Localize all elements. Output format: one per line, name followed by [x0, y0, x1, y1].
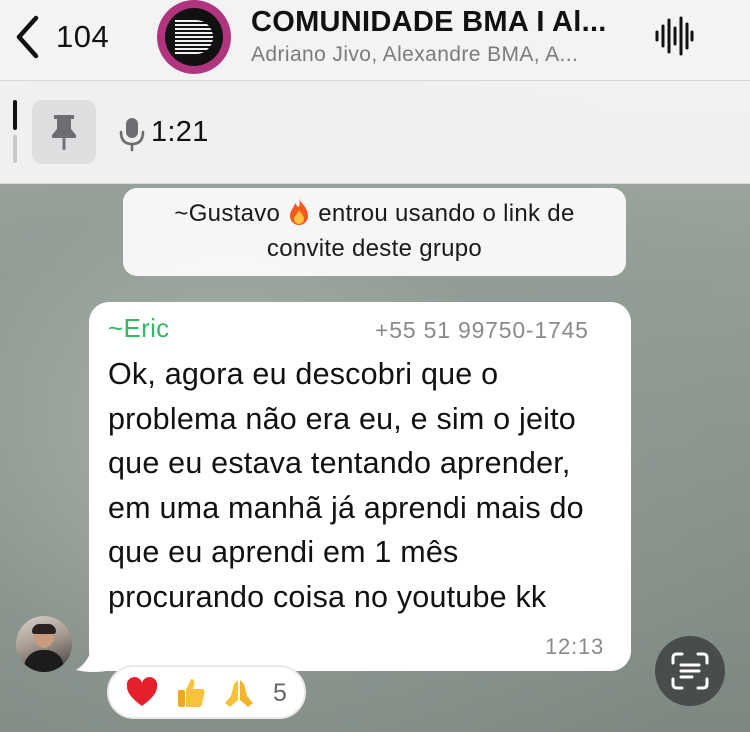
- scan-text-button[interactable]: [655, 636, 725, 706]
- system-message-line2: convite deste grupo: [266, 235, 483, 262]
- voice-chat-icon[interactable]: [654, 14, 694, 58]
- message-time: 12:13: [545, 634, 605, 659]
- reaction-count: 5: [273, 679, 287, 707]
- pin-icon: [52, 115, 76, 150]
- reactions-pill[interactable]: 5: [107, 665, 306, 719]
- heart-emoji-icon: [126, 677, 158, 706]
- chevron-left-icon: [16, 15, 39, 59]
- fire-emoji-icon: [290, 198, 309, 225]
- microphone-icon: [119, 118, 145, 152]
- sender-name[interactable]: ~Eric: [108, 313, 169, 344]
- unread-count: 104: [56, 19, 110, 54]
- pinned-message-bar[interactable]: [0, 81, 750, 184]
- system-message: ~Gustavo entrou usando o link de convite…: [123, 188, 626, 276]
- chat-header: 104 COMUNIDADE BMA I Al... Adriano Jivo,…: [0, 0, 750, 81]
- group-title[interactable]: COMUNIDADE BMA I Al...: [251, 6, 651, 39]
- group-avatar[interactable]: [157, 0, 231, 74]
- sender-phone[interactable]: +55 51 99750-1745: [375, 317, 589, 344]
- system-message-action: entrou usando o link de: [318, 200, 575, 227]
- group-members[interactable]: Adriano Jivo, Alexandre BMA, A...: [251, 43, 651, 67]
- pinned-thumbnail[interactable]: [32, 100, 96, 164]
- praying-hands-emoji-icon: [225, 680, 253, 707]
- thumbs-up-emoji-icon: [178, 679, 205, 707]
- group-logo: [165, 8, 223, 66]
- sender-avatar[interactable]: [16, 616, 72, 672]
- message-text: Ok, agora eu descobri que o problema não…: [108, 357, 584, 614]
- back-button[interactable]: 104: [10, 12, 109, 62]
- live-text-scan-icon: [671, 652, 709, 690]
- system-message-user: ~Gustavo: [174, 200, 281, 227]
- voice-duration: 1:21: [151, 116, 209, 148]
